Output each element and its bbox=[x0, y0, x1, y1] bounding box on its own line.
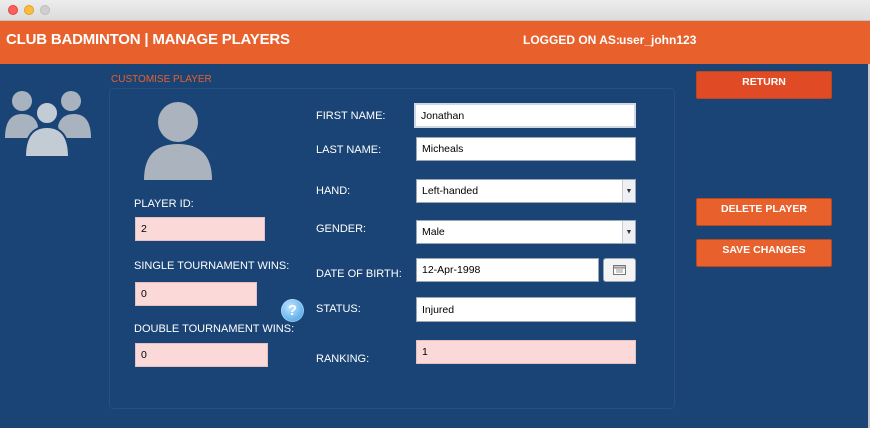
single-wins-label: SINGLE TOURNAMENT WINS: bbox=[134, 260, 290, 272]
hand-select-value: Left-handed bbox=[422, 185, 479, 197]
player-id-label: PLAYER ID: bbox=[134, 198, 194, 210]
single-wins-field[interactable]: 0 bbox=[135, 282, 257, 306]
calendar-button[interactable] bbox=[603, 258, 636, 282]
dob-label: DATE OF BIRTH: bbox=[316, 268, 402, 280]
hand-select[interactable]: Left-handed ▼ bbox=[416, 179, 636, 203]
last-name-label: LAST NAME: bbox=[316, 144, 382, 156]
minimize-window-button[interactable] bbox=[24, 5, 34, 15]
player-id-field[interactable]: 2 bbox=[135, 217, 265, 241]
title-bar bbox=[0, 0, 870, 21]
header-bar: CLUB BADMINTON | MANAGE PLAYERS LOGGED O… bbox=[0, 21, 870, 64]
dob-field[interactable]: 12-Apr-1998 bbox=[416, 258, 599, 282]
panel-caption: CUSTOMISE PLAYER bbox=[111, 74, 212, 85]
double-wins-label: DOUBLE TOURNAMENT WINS: bbox=[134, 323, 295, 335]
logged-on-username: user_john123 bbox=[619, 33, 697, 47]
gender-select[interactable]: Male ▼ bbox=[416, 220, 636, 244]
users-group-icon bbox=[5, 91, 91, 158]
calendar-icon bbox=[613, 265, 626, 275]
gender-select-value: Male bbox=[422, 226, 445, 238]
double-wins-field[interactable]: 0 bbox=[135, 343, 268, 367]
return-button[interactable]: RETURN bbox=[696, 71, 832, 99]
status-field[interactable]: Injured bbox=[416, 297, 636, 322]
delete-player-button[interactable]: DELETE PLAYER bbox=[696, 198, 832, 226]
gender-label: GENDER: bbox=[316, 223, 367, 235]
first-name-label: FIRST NAME: bbox=[316, 110, 386, 122]
ranking-field[interactable]: 1 bbox=[416, 340, 636, 364]
app-window: CLUB BADMINTON | MANAGE PLAYERS LOGGED O… bbox=[0, 0, 870, 428]
ranking-label: RANKING: bbox=[316, 353, 370, 365]
hand-label: HAND: bbox=[316, 185, 351, 197]
status-label: STATUS: bbox=[316, 303, 361, 315]
logged-on-label: LOGGED ON AS: bbox=[523, 33, 620, 47]
first-name-field[interactable]: Jonathan bbox=[414, 103, 636, 128]
chevron-down-icon[interactable]: ▼ bbox=[622, 180, 635, 202]
save-changes-button[interactable]: SAVE CHANGES bbox=[696, 239, 832, 267]
close-window-button[interactable] bbox=[8, 5, 18, 15]
chevron-down-icon[interactable]: ▼ bbox=[622, 221, 635, 243]
help-icon[interactable]: ? bbox=[281, 299, 304, 322]
last-name-field[interactable]: Micheals bbox=[416, 137, 636, 161]
person-avatar-icon bbox=[144, 102, 212, 180]
page-title: CLUB BADMINTON | MANAGE PLAYERS bbox=[6, 31, 290, 48]
zoom-window-button[interactable] bbox=[40, 5, 50, 15]
